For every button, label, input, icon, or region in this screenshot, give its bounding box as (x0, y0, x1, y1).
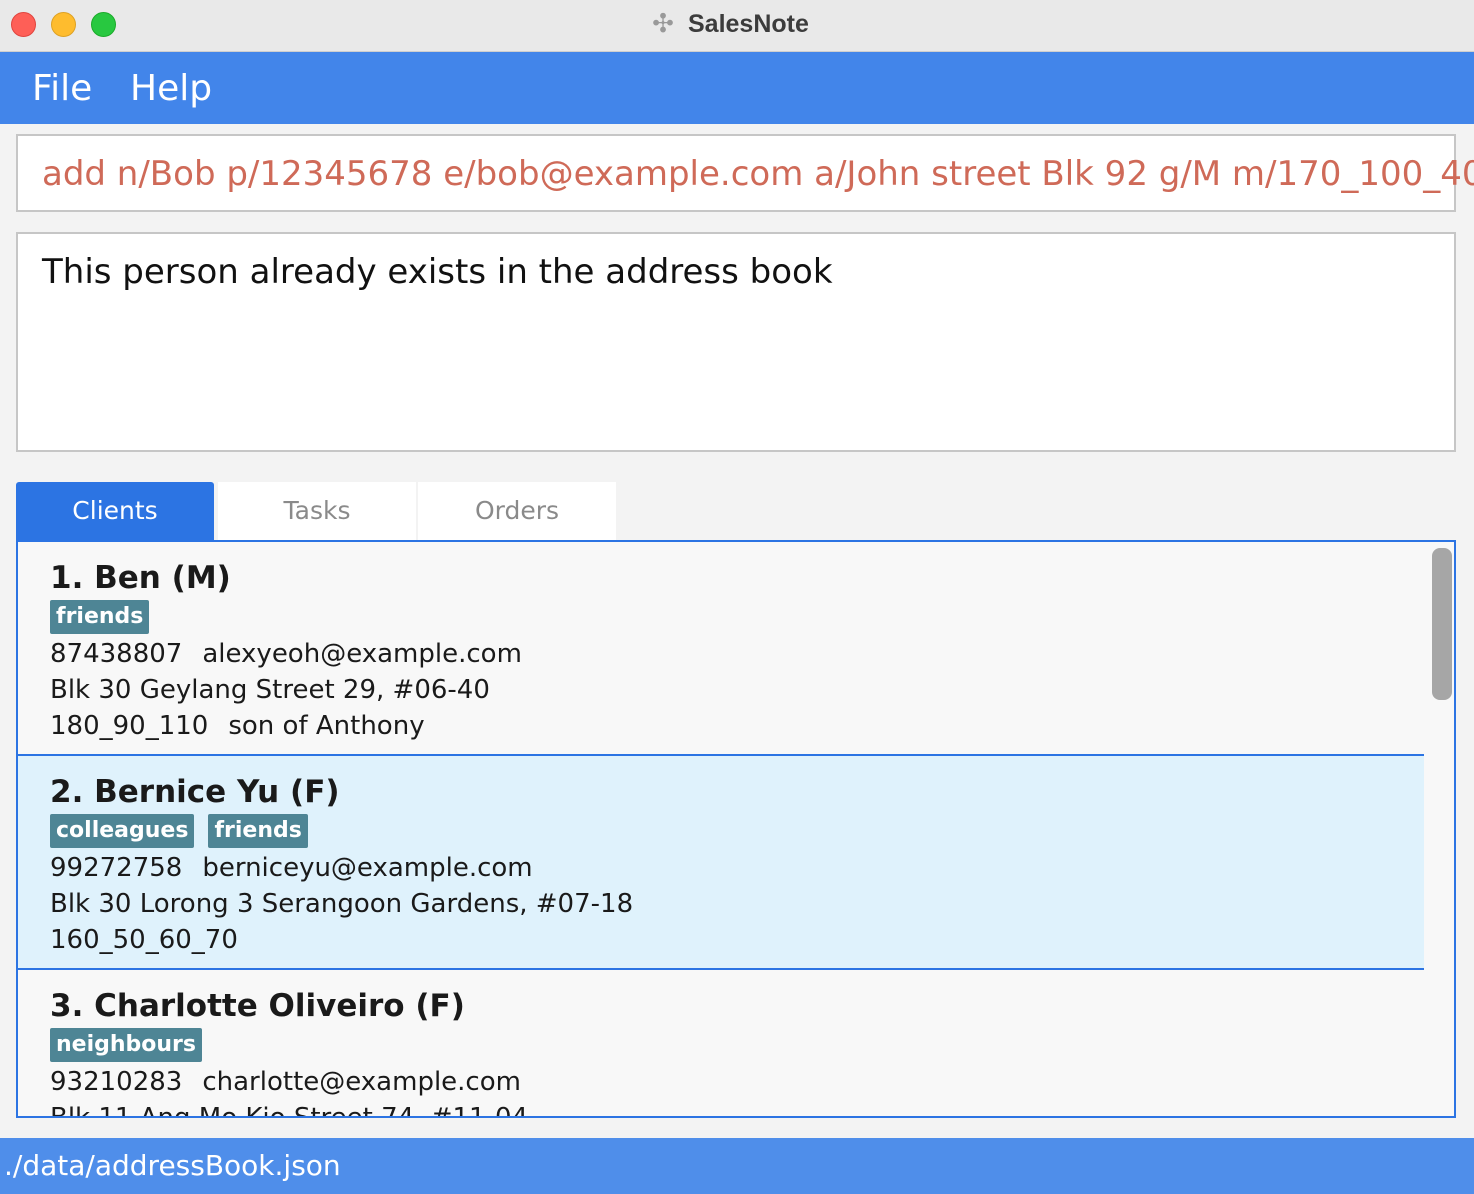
client-address: Blk 30 Geylang Street 29, #06-40 (50, 675, 490, 705)
tab-orders[interactable]: Orders (418, 482, 616, 540)
client-contact: 99272758 berniceyu@example.com (50, 850, 533, 886)
client-phone: 93210283 (50, 1067, 183, 1097)
tag-list: neighbours (50, 1028, 203, 1062)
maximize-window-button[interactable] (91, 12, 116, 37)
command-text: add n/Bob p/12345678 e/bob@example.com a… (42, 154, 1474, 194)
client-email: berniceyu@example.com (202, 853, 533, 883)
result-message: This person already exists in the addres… (42, 252, 833, 292)
tag-list: colleagues friends (50, 814, 308, 848)
client-name: 3. Charlotte Oliveiro (F) (50, 988, 465, 1024)
menu-help[interactable]: Help (130, 67, 212, 111)
command-input[interactable]: add n/Bob p/12345678 e/bob@example.com a… (16, 134, 1474, 212)
close-window-button[interactable] (11, 12, 36, 37)
tag: neighbours (50, 1028, 203, 1062)
status-bar: ./data/addressBook.json (0, 1138, 1474, 1194)
client-email: alexyeoh@example.com (202, 639, 522, 669)
tag: colleagues (50, 814, 195, 848)
client-contact: 93210283 charlotte@example.com (50, 1064, 521, 1100)
save-location: ./data/addressBook.json (4, 1149, 341, 1182)
main-content: add n/Bob p/12345678 e/bob@example.com a… (0, 124, 1474, 1138)
tag: friends (50, 600, 150, 634)
client-phone: 99272758 (50, 853, 183, 883)
client-address: Blk 11 Ang Mo Kio Street 74, #11-04 (50, 1103, 529, 1118)
client-name: 2. Bernice Yu (F) (50, 774, 340, 810)
menu-bar: File Help (0, 52, 1474, 124)
client-email: charlotte@example.com (202, 1067, 521, 1097)
client-measurement: 180_90_110 (50, 711, 209, 741)
client-name: 1. Ben (M) (50, 560, 231, 596)
client-address: Blk 30 Lorong 3 Serangoon Gardens, #07-1… (50, 889, 634, 919)
client-card-selected[interactable]: 2. Bernice Yu (F) colleagues friends 992… (18, 756, 1424, 970)
menu-file[interactable]: File (32, 67, 92, 111)
client-card[interactable]: 1. Ben (M) friends 87438807 alexyeoh@exam… (18, 542, 1424, 756)
title-bar: ✣ SalesNote (0, 0, 1474, 52)
tag-list: friends (50, 600, 150, 634)
list-scrollbar[interactable] (1432, 548, 1452, 700)
client-card[interactable]: 3. Charlotte Oliveiro (F) neighbours 932… (18, 970, 1424, 1118)
result-display: This person already exists in the addres… (16, 232, 1456, 452)
tag: friends (208, 814, 308, 848)
client-measurement: 160_50_60_70 (50, 925, 238, 955)
client-contact: 87438807 alexyeoh@example.com (50, 636, 522, 672)
client-details: 180_90_110 son of Anthony (50, 708, 425, 744)
client-details: 160_50_60_70 (50, 922, 238, 958)
minimize-window-button[interactable] (51, 12, 76, 37)
client-remark: son of Anthony (228, 711, 425, 741)
app-icon: ✣ (652, 9, 674, 39)
client-list[interactable]: 1. Ben (M) friends 87438807 alexyeoh@exam… (16, 540, 1456, 1118)
tab-tasks[interactable]: Tasks (218, 482, 416, 540)
tab-clients[interactable]: Clients (16, 482, 214, 540)
window-title: SalesNote (688, 10, 809, 38)
client-phone: 87438807 (50, 639, 183, 669)
